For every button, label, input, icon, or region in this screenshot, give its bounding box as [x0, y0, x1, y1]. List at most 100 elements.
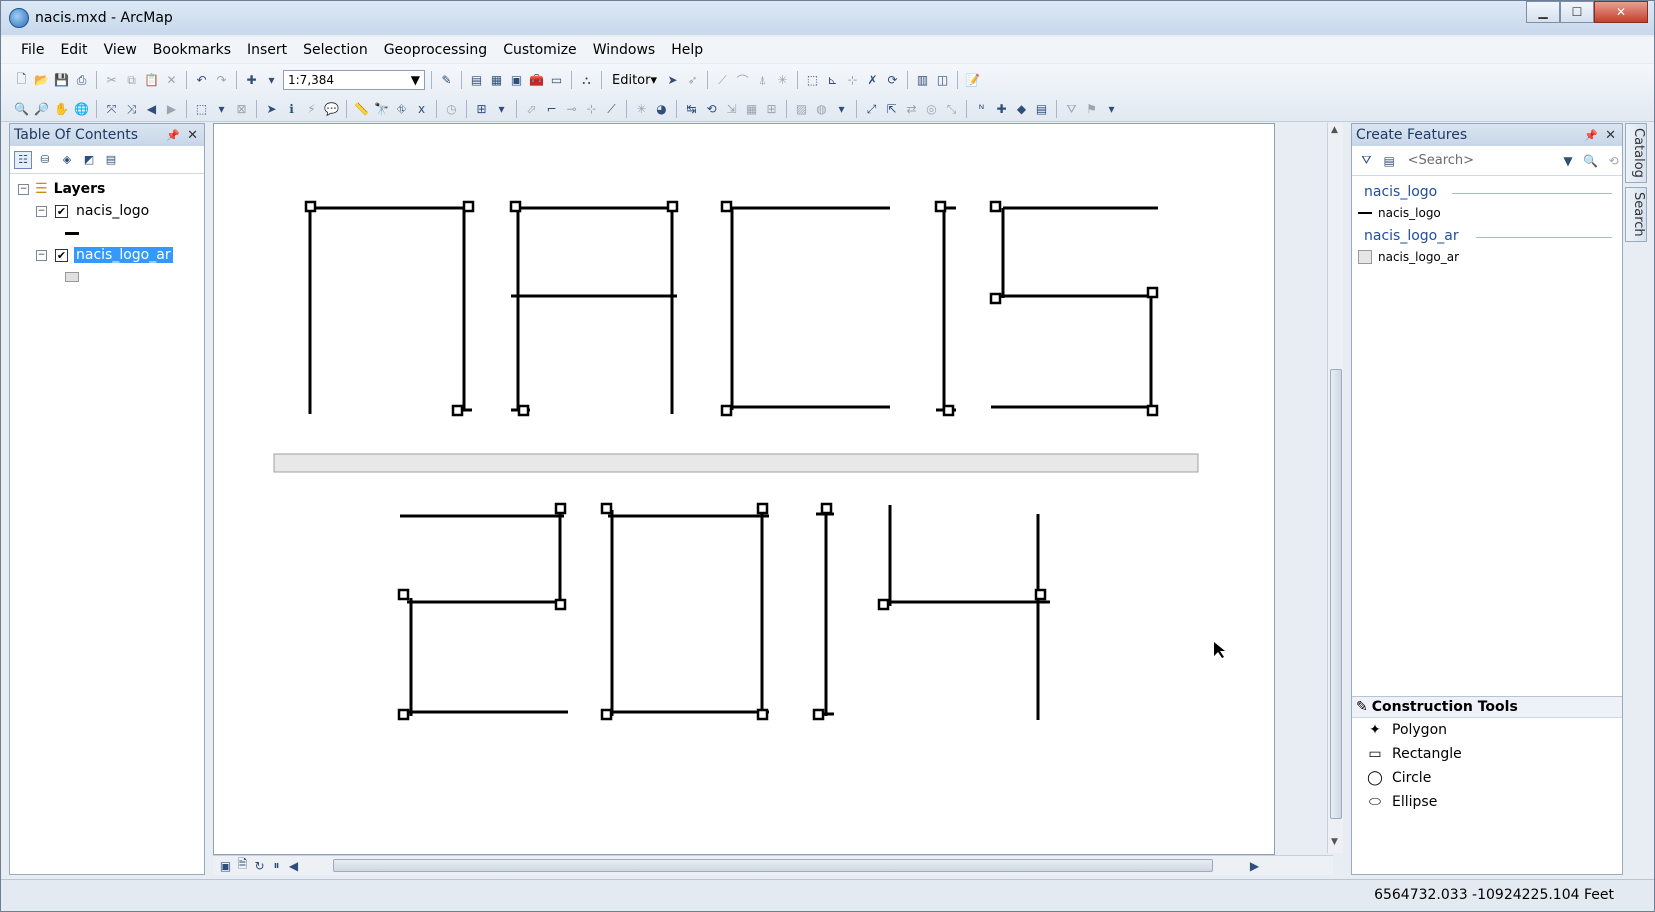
- scroll-down-icon[interactable]: ▼: [1331, 837, 1338, 847]
- add-vertex-icon[interactable]: ✚: [993, 101, 1010, 118]
- edit-annotation-icon[interactable]: ➶: [684, 72, 701, 89]
- menu-windows[interactable]: Windows: [585, 42, 664, 58]
- construction-tool-ellipse[interactable]: ⬭ Ellipse: [1352, 790, 1622, 814]
- menu-customize[interactable]: Customize: [495, 42, 585, 58]
- undo-icon[interactable]: ↶: [193, 72, 210, 89]
- chevron-down-icon[interactable]: ▾: [493, 101, 510, 118]
- layer-row-nacis-logo-ar[interactable]: − ✔ nacis_logo_ar: [10, 244, 204, 266]
- select-features-icon[interactable]: ⬚: [193, 101, 210, 118]
- add-data-icon[interactable]: ✚: [243, 72, 260, 89]
- layout-tool-icon[interactable]: ▨: [793, 101, 810, 118]
- zoom-out-icon[interactable]: 🔎: [33, 101, 50, 118]
- redo-icon[interactable]: ↷: [213, 72, 230, 89]
- sketch-properties-icon[interactable]: ◫: [934, 72, 951, 89]
- vertical-scroll-thumb[interactable]: [1330, 369, 1342, 819]
- menu-selection[interactable]: Selection: [295, 42, 376, 58]
- clear-selection-icon[interactable]: ⊠: [233, 101, 250, 118]
- polygon-symbol-swatch[interactable]: [65, 272, 79, 282]
- edit-tool-icon[interactable]: ➤: [664, 72, 681, 89]
- spatial-adjust-icon[interactable]: ⤢: [863, 101, 880, 118]
- search-icon[interactable]: 🔍: [1582, 152, 1599, 169]
- menu-insert[interactable]: Insert: [239, 42, 295, 58]
- layer-visibility-checkbox[interactable]: ✔: [55, 204, 68, 218]
- list-by-drawing-order-icon[interactable]: ☷: [14, 150, 32, 169]
- list-by-selection-icon[interactable]: ◩: [80, 151, 98, 169]
- pin-icon[interactable]: 📌: [166, 129, 180, 142]
- model-builder-icon[interactable]: ⛬: [578, 72, 595, 89]
- toc-window-icon[interactable]: ▤: [468, 72, 485, 89]
- network-tool-icon[interactable]: ⛛: [1063, 101, 1080, 118]
- chevron-down-icon[interactable]: ▾: [263, 72, 280, 89]
- minimize-button[interactable]: ▁: [1526, 1, 1560, 23]
- pan-icon[interactable]: ✋: [53, 101, 70, 118]
- chevron-down-icon[interactable]: ▾: [213, 101, 230, 118]
- pin-icon[interactable]: 📌: [1584, 129, 1598, 142]
- snap-to-grid-icon[interactable]: ▦: [743, 101, 760, 118]
- zoom-in-icon[interactable]: 🔍: [13, 101, 30, 118]
- search-side-tab[interactable]: Search: [1625, 186, 1647, 242]
- collapse-icon[interactable]: −: [36, 205, 47, 217]
- print-icon[interactable]: ⎙: [73, 72, 90, 89]
- paste-icon[interactable]: 📋: [143, 72, 160, 89]
- map-vertical-scrollbar[interactable]: ▲ ▼: [1327, 123, 1343, 853]
- multi-link-icon[interactable]: ⇄: [903, 101, 920, 118]
- modify-edge-icon[interactable]: ⌐: [543, 101, 560, 118]
- close-icon[interactable]: ✕: [187, 128, 198, 143]
- identify-icon[interactable]: ℹ: [283, 101, 300, 118]
- save-icon[interactable]: 💾: [53, 72, 70, 89]
- chevron-down-icon[interactable]: ▾: [833, 101, 850, 118]
- point-icon[interactable]: ✳: [774, 72, 791, 89]
- georeference-icon[interactable]: ✳: [633, 101, 650, 118]
- split-line-icon[interactable]: ⟋: [603, 101, 620, 118]
- organize-templates-icon[interactable]: ▤: [1381, 152, 1398, 169]
- end-point-arc-icon[interactable]: ⌒: [734, 72, 751, 89]
- fixed-zoom-out-icon[interactable]: ⤨: [123, 101, 140, 118]
- horizontal-scroll-thumb[interactable]: [333, 859, 1213, 872]
- menu-geoprocessing[interactable]: Geoprocessing: [376, 42, 495, 58]
- layer-row-nacis-logo[interactable]: − ✔ nacis_logo: [10, 200, 204, 222]
- time-slider-icon[interactable]: ◷: [443, 101, 460, 118]
- map-canvas[interactable]: [214, 124, 1276, 856]
- refresh-icon[interactable]: ↻: [251, 857, 268, 874]
- data-view-icon[interactable]: ▣: [217, 857, 234, 874]
- tree-root-label[interactable]: Layers: [54, 181, 106, 197]
- generalize-icon[interactable]: ↹: [683, 101, 700, 118]
- scale-icon[interactable]: ⇲: [723, 101, 740, 118]
- catalog-window-icon[interactable]: ▦: [488, 72, 505, 89]
- color-picker-icon[interactable]: ◕: [653, 101, 670, 118]
- full-extent-icon[interactable]: 🌐: [73, 101, 90, 118]
- close-button[interactable]: ✕: [1594, 1, 1648, 23]
- chevron-down-icon[interactable]: ▾: [1103, 101, 1120, 118]
- create-features-icon[interactable]: 📝: [964, 72, 981, 89]
- find-icon[interactable]: 🔭: [373, 101, 390, 118]
- back-arrow-icon[interactable]: ◀: [143, 101, 160, 118]
- collapse-icon[interactable]: −: [18, 183, 29, 195]
- layer-name[interactable]: nacis_logo_ar: [74, 247, 173, 263]
- clear-search-icon[interactable]: ⟲: [1605, 152, 1622, 169]
- line-symbol-swatch[interactable]: [65, 231, 79, 235]
- cut-icon[interactable]: ✂: [103, 72, 120, 89]
- layer-visibility-checkbox[interactable]: ✔: [55, 248, 68, 262]
- new-document-icon[interactable]: 🗋: [13, 72, 30, 89]
- copy-icon[interactable]: ⧉: [123, 72, 140, 89]
- editor-menu-button[interactable]: Editor ▾: [608, 70, 661, 90]
- python-window-icon[interactable]: ▭: [548, 72, 565, 89]
- chevron-down-icon[interactable]: ▼: [1560, 152, 1577, 169]
- editor-toolbar-icon[interactable]: ✎: [438, 72, 455, 89]
- edit-vertices-icon[interactable]: ⬚: [804, 72, 821, 89]
- menu-bookmarks[interactable]: Bookmarks: [145, 42, 239, 58]
- find-route-icon[interactable]: ⛗: [393, 101, 410, 118]
- forward-arrow-icon[interactable]: ▶: [163, 101, 180, 118]
- shape-tool-icon[interactable]: ◍: [813, 101, 830, 118]
- menu-view[interactable]: View: [96, 42, 145, 58]
- north-arrow-icon[interactable]: ᴺ: [973, 101, 990, 118]
- attributes-icon[interactable]: ▥: [914, 72, 931, 89]
- go-to-xy-icon[interactable]: ⅹ: [413, 101, 430, 118]
- options-icon[interactable]: ▤: [102, 151, 120, 169]
- delete-icon[interactable]: ✕: [163, 72, 180, 89]
- filter-icon[interactable]: ⛛: [1358, 152, 1375, 169]
- construction-tool-circle[interactable]: ◯ Circle: [1352, 766, 1622, 790]
- cut-polygons-icon[interactable]: ⊹: [844, 72, 861, 89]
- chevron-down-icon[interactable]: ▼: [411, 73, 420, 87]
- diamond-icon[interactable]: ◆: [1013, 101, 1030, 118]
